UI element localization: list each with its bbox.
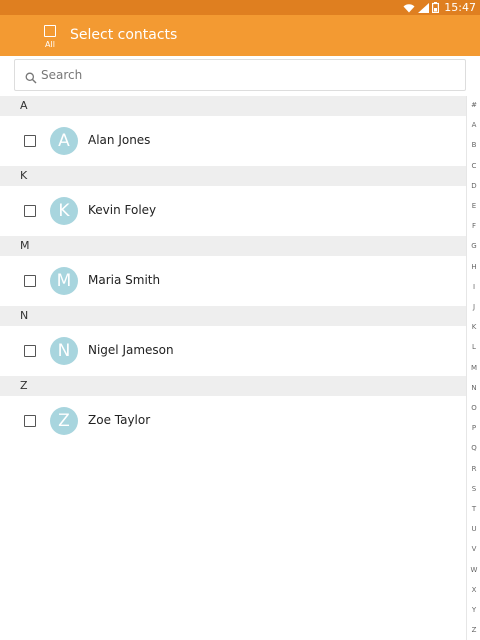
index-letter[interactable]: K	[467, 323, 480, 331]
section-header-n: N	[0, 306, 466, 326]
page-title: Select contacts	[70, 27, 178, 43]
index-letter[interactable]: N	[467, 384, 480, 392]
index-letter[interactable]: V	[467, 545, 480, 553]
index-letter[interactable]: W	[467, 566, 480, 574]
select-all-box[interactable]	[44, 25, 56, 37]
contact-row[interactable]: M Maria Smith	[0, 256, 466, 306]
contact-name: Zoe Taylor	[88, 413, 151, 427]
contact-name: Alan Jones	[88, 133, 151, 147]
index-letter[interactable]: L	[467, 343, 480, 351]
index-letter[interactable]: U	[467, 525, 480, 533]
index-letter[interactable]: Y	[467, 606, 480, 614]
index-letter[interactable]: I	[467, 283, 480, 291]
contact-checkbox[interactable]	[24, 275, 36, 287]
contact-row[interactable]: A Alan Jones	[0, 116, 466, 166]
section-header-a: A	[0, 96, 466, 116]
index-letter[interactable]: P	[467, 424, 480, 432]
status-bar: 15:47	[0, 0, 480, 15]
select-all-label: All	[45, 40, 55, 49]
index-letter[interactable]: O	[467, 404, 480, 412]
index-letter[interactable]: T	[467, 505, 480, 513]
select-all-checkbox[interactable]: All	[40, 23, 60, 53]
search-input[interactable]	[41, 65, 451, 85]
index-scroller[interactable]: # A B C D E F G H I J K L M N O P Q R S T U V W X Y Z	[466, 96, 480, 640]
index-letter[interactable]: B	[467, 141, 480, 149]
index-letter[interactable]: H	[467, 263, 480, 271]
index-letter[interactable]: J	[467, 303, 480, 311]
contact-row[interactable]: K Kevin Foley	[0, 186, 466, 236]
index-letter[interactable]: R	[467, 465, 480, 473]
avatar: A	[50, 127, 78, 155]
status-icons: 15:47	[403, 0, 476, 15]
contact-checkbox[interactable]	[24, 135, 36, 147]
section-header-z: Z	[0, 376, 466, 396]
index-letter[interactable]: G	[467, 242, 480, 250]
search-icon	[25, 69, 37, 84]
search-bar[interactable]	[14, 59, 466, 91]
contact-row[interactable]: Z Zoe Taylor	[0, 396, 466, 446]
contact-list: A A Alan Jones K K Kevin Foley M M Maria…	[0, 96, 466, 446]
contact-name: Kevin Foley	[88, 203, 157, 217]
index-letter[interactable]: M	[467, 364, 480, 372]
avatar: N	[50, 337, 78, 365]
contact-name: Maria Smith	[88, 273, 161, 287]
index-letter[interactable]: Q	[467, 444, 480, 452]
contact-checkbox[interactable]	[24, 415, 36, 427]
contact-row[interactable]: N Nigel Jameson	[0, 326, 466, 376]
contact-checkbox[interactable]	[24, 205, 36, 217]
avatar: K	[50, 197, 78, 225]
index-letter[interactable]: F	[467, 222, 480, 230]
avatar: Z	[50, 407, 78, 435]
index-letter[interactable]: A	[467, 121, 480, 129]
index-letter[interactable]: X	[467, 586, 480, 594]
index-letter[interactable]: S	[467, 485, 480, 493]
avatar: M	[50, 267, 78, 295]
index-letter[interactable]: #	[467, 101, 480, 109]
index-letter[interactable]: Z	[467, 626, 480, 634]
app-bar: All Select contacts	[0, 15, 480, 56]
index-letter[interactable]: D	[467, 182, 480, 190]
index-letter[interactable]: E	[467, 202, 480, 210]
status-time: 15:47	[444, 1, 476, 14]
index-letter[interactable]: C	[467, 162, 480, 170]
contact-checkbox[interactable]	[24, 345, 36, 357]
section-header-k: K	[0, 166, 466, 186]
section-header-m: M	[0, 236, 466, 256]
contact-name: Nigel Jameson	[88, 343, 174, 357]
